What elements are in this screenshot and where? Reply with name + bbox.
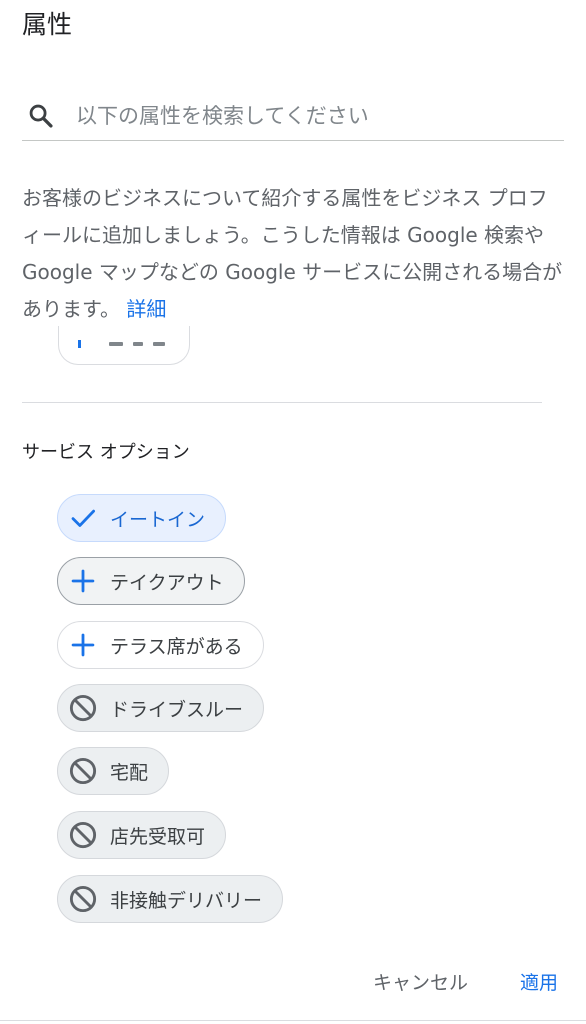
block-icon	[68, 756, 98, 786]
learn-more-link[interactable]: 詳細	[126, 297, 166, 321]
chip-label: イートイン	[110, 508, 206, 531]
chip-terrace-seating[interactable]: テラス席がある	[57, 621, 264, 669]
plus-icon	[68, 630, 98, 660]
plus-icon	[78, 340, 81, 348]
plus-icon	[68, 566, 98, 596]
chip-contactless-delivery[interactable]: 非接触デリバリー	[57, 875, 284, 923]
chip-label: 非接触デリバリー	[110, 889, 263, 912]
chip-label: テイクアウト	[110, 571, 224, 594]
page-title: 属性	[22, 10, 73, 39]
block-icon	[68, 693, 98, 723]
chip-curbside-pickup[interactable]: 店先受取可	[57, 811, 227, 859]
block-icon	[68, 820, 98, 850]
section-title: サービス オプション	[22, 442, 190, 463]
partially-hidden-chip[interactable]	[58, 326, 190, 365]
attributes-page: 属性 お客様のビジネスについて紹介する属性をビジネス プロフィールに追加しましょ…	[0, 0, 586, 1024]
search-input[interactable]	[76, 96, 546, 136]
chip-label: テラス席がある	[110, 635, 243, 658]
chip-delivery[interactable]: 宅配	[57, 747, 170, 795]
chip-label: ドライブスルー	[110, 698, 244, 721]
search-bar	[22, 92, 564, 141]
apply-button[interactable]: 適用	[516, 962, 562, 1001]
search-icon[interactable]	[24, 99, 58, 133]
description-text: お客様のビジネスについて紹介する属性をビジネス プロフィールに追加しましょう。こ…	[22, 180, 564, 328]
chip-dine-in[interactable]: イートイン	[57, 494, 227, 542]
block-icon	[68, 884, 98, 914]
chip-takeout[interactable]: テイクアウト	[57, 557, 245, 605]
bottom-divider	[0, 1020, 586, 1021]
description-body: お客様のビジネスについて紹介する属性をビジネス プロフィールに追加しましょう。こ…	[22, 186, 563, 321]
cancel-button[interactable]: キャンセル	[369, 962, 472, 1001]
chip-drive-through[interactable]: ドライブスルー	[57, 684, 265, 732]
chip-label: 宅配	[110, 761, 149, 784]
chip-label: 店先受取可	[110, 825, 206, 848]
section-divider	[22, 402, 542, 403]
check-icon	[68, 503, 98, 533]
dialog-actions: キャンセル 適用	[369, 962, 562, 1001]
